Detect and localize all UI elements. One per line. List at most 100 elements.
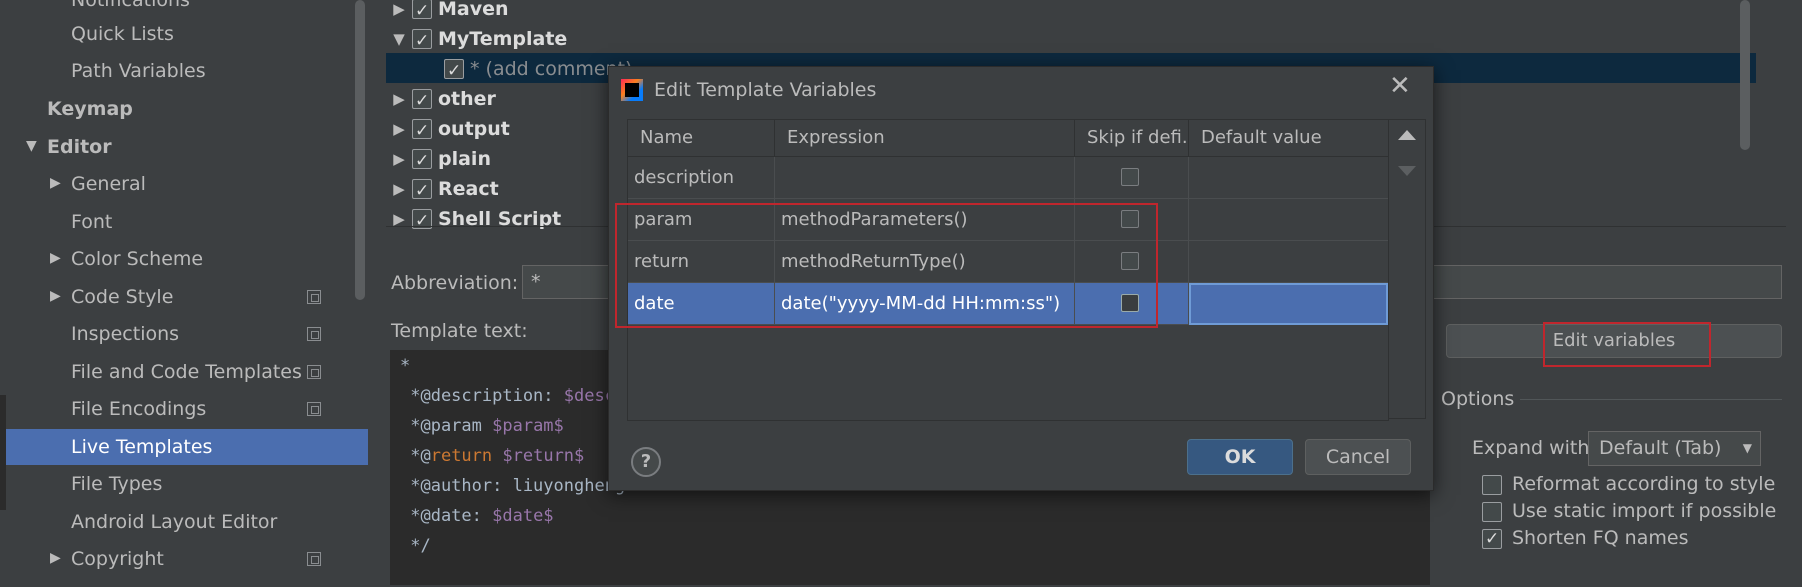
abbreviation-label: Abbreviation:	[391, 272, 519, 294]
group-checkbox[interactable]	[412, 0, 432, 26]
tree-group-mytemplate[interactable]: ▼ MyTemplate	[386, 23, 568, 56]
static-import-checkbox[interactable]	[1482, 501, 1502, 522]
cell-skip[interactable]	[1075, 157, 1189, 199]
collapsed-arrow-icon[interactable]: ▶	[386, 174, 412, 204]
shorten-fq-label: Shorten FQ names	[1512, 527, 1689, 549]
cancel-button[interactable]: Cancel	[1305, 439, 1411, 475]
collapsed-arrow-icon[interactable]: ▶	[386, 114, 412, 144]
divider	[1520, 399, 1782, 400]
template-checkbox[interactable]	[444, 56, 464, 86]
group-label: plain	[438, 147, 491, 170]
code-line: *@description: $descr	[400, 386, 626, 406]
cell-name[interactable]: description	[628, 157, 775, 199]
column-header-expression[interactable]: Expression	[775, 120, 1075, 156]
collapsed-arrow-icon[interactable]: ▶	[50, 250, 61, 266]
tree-group-plain[interactable]: ▶ plain	[386, 143, 491, 176]
sidebar-item-file-encodings[interactable]: File Encodings	[71, 391, 351, 427]
code-line: *	[400, 356, 411, 376]
group-label: output	[438, 117, 510, 140]
static-import-label: Use static import if possible	[1512, 500, 1777, 522]
collapsed-arrow-icon[interactable]: ▶	[386, 0, 412, 24]
expand-with-label: Expand with	[1472, 437, 1590, 459]
group-checkbox[interactable]	[412, 146, 432, 176]
column-header-default[interactable]: Default value	[1189, 120, 1388, 156]
window-edge	[0, 395, 6, 510]
sidebar-item-file-types[interactable]: File Types	[71, 466, 162, 502]
tree-group-shell-script[interactable]: ▶Shell Script	[386, 203, 561, 236]
sidebar-item-color-scheme[interactable]: Color Scheme	[71, 241, 203, 277]
tree-group-other[interactable]: ▶ other	[386, 83, 496, 116]
code-line: *@param $param$	[400, 416, 564, 436]
column-header-skip[interactable]: Skip if defi...	[1075, 120, 1189, 156]
group-checkbox[interactable]	[412, 86, 432, 116]
group-label: Maven	[438, 0, 509, 20]
sidebar-item-font[interactable]: Font	[71, 204, 112, 240]
tree-group-react[interactable]: ▶ React	[386, 173, 498, 206]
expand-with-value: Default (Tab)	[1599, 437, 1722, 459]
sidebar-item-general[interactable]: General	[71, 166, 146, 202]
reformat-checkbox[interactable]	[1482, 474, 1502, 495]
collapsed-arrow-icon[interactable]: ▶	[50, 288, 61, 304]
sidebar-item-copyright[interactable]: Copyright	[71, 541, 351, 577]
sidebar-item-label: File and Code Templates	[71, 361, 302, 383]
group-label: MyTemplate	[438, 27, 568, 50]
collapsed-arrow-icon[interactable]: ▶	[50, 550, 61, 566]
ok-button[interactable]: OK	[1187, 439, 1293, 475]
sidebar-item-editor[interactable]: Editor	[47, 129, 112, 165]
project-config-icon	[307, 365, 321, 379]
sidebar-item-label: Code Style	[71, 286, 174, 308]
shorten-fq-option[interactable]: Shorten FQ names	[1482, 525, 1689, 552]
highlight-box	[1543, 322, 1711, 367]
reformat-option[interactable]: Reformat according to style	[1482, 471, 1775, 497]
help-button[interactable]: ?	[631, 447, 661, 477]
cell-default[interactable]	[1189, 199, 1388, 241]
sidebar-item-live-templates[interactable]: Live Templates	[0, 429, 368, 465]
tree-group-maven[interactable]: ▶ Maven	[386, 0, 509, 26]
sidebar-item-android-layout-editor[interactable]: Android Layout Editor	[71, 504, 277, 540]
column-header-name[interactable]: Name	[628, 120, 775, 156]
options-title: Options	[1441, 388, 1515, 410]
sidebar-item-inspections[interactable]: Inspections	[71, 316, 351, 352]
expand-with-select[interactable]: Default (Tab) ▼	[1588, 431, 1761, 466]
cell-default[interactable]	[1189, 241, 1388, 283]
tree-scrollbar[interactable]	[1740, 0, 1750, 150]
collapsed-arrow-icon[interactable]: ▶	[50, 175, 61, 191]
collapsed-arrow-icon[interactable]: ▶	[386, 84, 412, 114]
cell-expression[interactable]	[775, 157, 1075, 199]
code-line: *@date: $date$	[400, 506, 554, 526]
shorten-fq-checkbox[interactable]	[1482, 526, 1502, 552]
group-checkbox[interactable]	[412, 116, 432, 146]
skip-checkbox[interactable]	[1121, 168, 1139, 186]
highlight-box	[615, 203, 1158, 328]
static-import-option[interactable]: Use static import if possible	[1482, 498, 1776, 524]
intellij-logo-icon	[621, 79, 643, 101]
close-icon[interactable]: ✕	[1389, 71, 1411, 101]
sidebar-scrollbar[interactable]	[355, 0, 365, 300]
sidebar-item-label: File Encodings	[71, 398, 207, 420]
sidebar-item-quick-lists[interactable]: Quick Lists	[71, 16, 174, 52]
chevron-down-icon: ▼	[1742, 441, 1752, 455]
code-line: *@author: liuyongheng	[400, 476, 626, 496]
cell-default[interactable]	[1189, 157, 1388, 199]
sidebar-item-file-and-code-templates[interactable]: File and Code Templates	[71, 354, 351, 390]
move-down-icon[interactable]	[1398, 166, 1416, 176]
project-config-icon	[307, 402, 321, 416]
sidebar-item-keymap[interactable]: Keymap	[47, 91, 133, 127]
project-config-icon	[307, 290, 321, 304]
group-checkbox[interactable]	[412, 26, 432, 56]
sidebar-item-code-style[interactable]: Code Style	[71, 279, 351, 315]
row-move-controls	[1389, 119, 1426, 419]
sidebar-item-label: Copyright	[71, 548, 164, 570]
settings-sidebar: Notifications Quick Lists Path Variables…	[0, 0, 368, 587]
expanded-arrow-icon[interactable]: ▼	[386, 24, 412, 54]
cell-default-editor[interactable]	[1189, 283, 1388, 325]
sidebar-item-path-variables[interactable]: Path Variables	[71, 53, 206, 89]
group-label: other	[438, 87, 496, 110]
collapsed-arrow-icon[interactable]: ▶	[386, 204, 412, 234]
collapsed-arrow-icon[interactable]: ▶	[386, 144, 412, 174]
expanded-arrow-icon[interactable]: ▼	[26, 138, 37, 154]
move-up-icon[interactable]	[1398, 130, 1416, 140]
tree-group-output[interactable]: ▶ output	[386, 113, 510, 146]
group-checkbox[interactable]	[412, 176, 432, 206]
template-text-label: Template text:	[391, 320, 528, 342]
